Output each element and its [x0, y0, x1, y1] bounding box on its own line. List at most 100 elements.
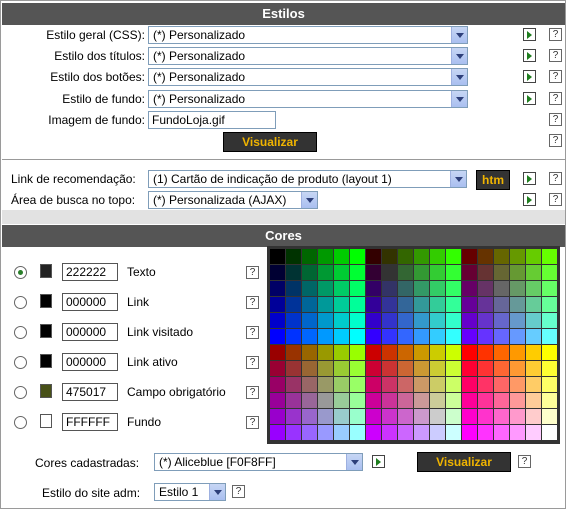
palette-cell[interactable] [382, 393, 397, 408]
palette-cell[interactable] [270, 281, 285, 296]
palette-cell[interactable] [398, 425, 413, 440]
palette-cell[interactable] [542, 409, 557, 424]
palette-cell[interactable] [494, 361, 509, 376]
select-estilo-titulos[interactable]: (*) Personalizado [148, 47, 468, 65]
palette-cell[interactable] [526, 249, 541, 264]
palette-cell[interactable] [350, 361, 365, 376]
palette-cell[interactable] [366, 249, 381, 264]
palette-cell[interactable] [334, 361, 349, 376]
go-arrow-icon[interactable] [523, 193, 536, 206]
palette-cell[interactable] [366, 393, 381, 408]
palette-cell[interactable] [430, 393, 445, 408]
help-icon[interactable]: ? [549, 193, 562, 206]
palette-cell[interactable] [270, 265, 285, 280]
palette-cell[interactable] [286, 393, 301, 408]
palette-cell[interactable] [286, 361, 301, 376]
palette-cell[interactable] [462, 425, 477, 440]
palette-cell[interactable] [510, 345, 525, 360]
palette-cell[interactable] [510, 409, 525, 424]
palette-cell[interactable] [494, 281, 509, 296]
palette-cell[interactable] [446, 393, 461, 408]
help-icon[interactable]: ? [549, 70, 562, 83]
palette-cell[interactable] [318, 281, 333, 296]
palette-cell[interactable] [478, 281, 493, 296]
palette-cell[interactable] [462, 409, 477, 424]
palette-cell[interactable] [510, 425, 525, 440]
palette-cell[interactable] [414, 409, 429, 424]
palette-cell[interactable] [478, 345, 493, 360]
palette-cell[interactable] [414, 345, 429, 360]
palette-cell[interactable] [526, 281, 541, 296]
palette-cell[interactable] [446, 313, 461, 328]
palette-cell[interactable] [302, 265, 317, 280]
palette-cell[interactable] [478, 409, 493, 424]
palette-cell[interactable] [318, 345, 333, 360]
palette-cell[interactable] [302, 249, 317, 264]
palette-cell[interactable] [542, 329, 557, 344]
help-icon[interactable]: ? [549, 49, 562, 62]
palette-cell[interactable] [494, 377, 509, 392]
palette-cell[interactable] [414, 249, 429, 264]
palette-cell[interactable] [318, 361, 333, 376]
palette-cell[interactable] [270, 297, 285, 312]
palette-cell[interactable] [494, 265, 509, 280]
palette-cell[interactable] [286, 329, 301, 344]
palette-cell[interactable] [334, 281, 349, 296]
color-radio-link-ativo[interactable] [14, 356, 27, 369]
palette-cell[interactable] [382, 345, 397, 360]
palette-cell[interactable] [542, 345, 557, 360]
select-link-recomendacao[interactable]: (1) Cartão de indicação de produto (layo… [148, 170, 467, 188]
palette-cell[interactable] [270, 329, 285, 344]
palette-cell[interactable] [318, 425, 333, 440]
palette-cell[interactable] [478, 393, 493, 408]
color-radio-fundo[interactable] [14, 416, 27, 429]
go-arrow-icon[interactable] [372, 455, 385, 468]
palette-cell[interactable] [494, 409, 509, 424]
palette-cell[interactable] [382, 361, 397, 376]
palette-cell[interactable] [526, 361, 541, 376]
palette-cell[interactable] [446, 345, 461, 360]
palette-cell[interactable] [430, 425, 445, 440]
palette-cell[interactable] [286, 249, 301, 264]
palette-cell[interactable] [526, 329, 541, 344]
palette-cell[interactable] [526, 377, 541, 392]
palette-cell[interactable] [462, 345, 477, 360]
palette-cell[interactable] [526, 345, 541, 360]
palette-cell[interactable] [398, 393, 413, 408]
palette-cell[interactable] [446, 425, 461, 440]
color-hex-input[interactable]: 475017 [62, 383, 118, 401]
go-arrow-icon[interactable] [523, 172, 536, 185]
palette-cell[interactable] [478, 329, 493, 344]
color-hex-input[interactable]: 000000 [62, 353, 118, 371]
help-icon[interactable]: ? [518, 455, 531, 468]
palette-cell[interactable] [334, 345, 349, 360]
go-arrow-icon[interactable] [523, 49, 536, 62]
help-icon[interactable]: ? [549, 113, 562, 126]
palette-cell[interactable] [430, 409, 445, 424]
palette-cell[interactable] [350, 329, 365, 344]
palette-cell[interactable] [366, 313, 381, 328]
palette-cell[interactable] [270, 409, 285, 424]
palette-cell[interactable] [462, 297, 477, 312]
palette-cell[interactable] [446, 265, 461, 280]
color-palette-grid[interactable] [270, 249, 557, 441]
palette-cell[interactable] [526, 265, 541, 280]
palette-cell[interactable] [350, 345, 365, 360]
palette-cell[interactable] [270, 345, 285, 360]
palette-cell[interactable] [270, 313, 285, 328]
palette-cell[interactable] [398, 313, 413, 328]
palette-cell[interactable] [542, 377, 557, 392]
select-area-busca[interactable]: (*) Personalizada (AJAX) [148, 191, 318, 209]
palette-cell[interactable] [446, 329, 461, 344]
palette-cell[interactable] [366, 265, 381, 280]
palette-cell[interactable] [302, 361, 317, 376]
palette-cell[interactable] [286, 313, 301, 328]
help-icon[interactable]: ? [549, 172, 562, 185]
palette-cell[interactable] [350, 265, 365, 280]
palette-cell[interactable] [318, 409, 333, 424]
palette-cell[interactable] [350, 393, 365, 408]
help-icon[interactable]: ? [246, 386, 259, 399]
palette-cell[interactable] [318, 377, 333, 392]
help-icon[interactable]: ? [246, 356, 259, 369]
palette-cell[interactable] [478, 265, 493, 280]
